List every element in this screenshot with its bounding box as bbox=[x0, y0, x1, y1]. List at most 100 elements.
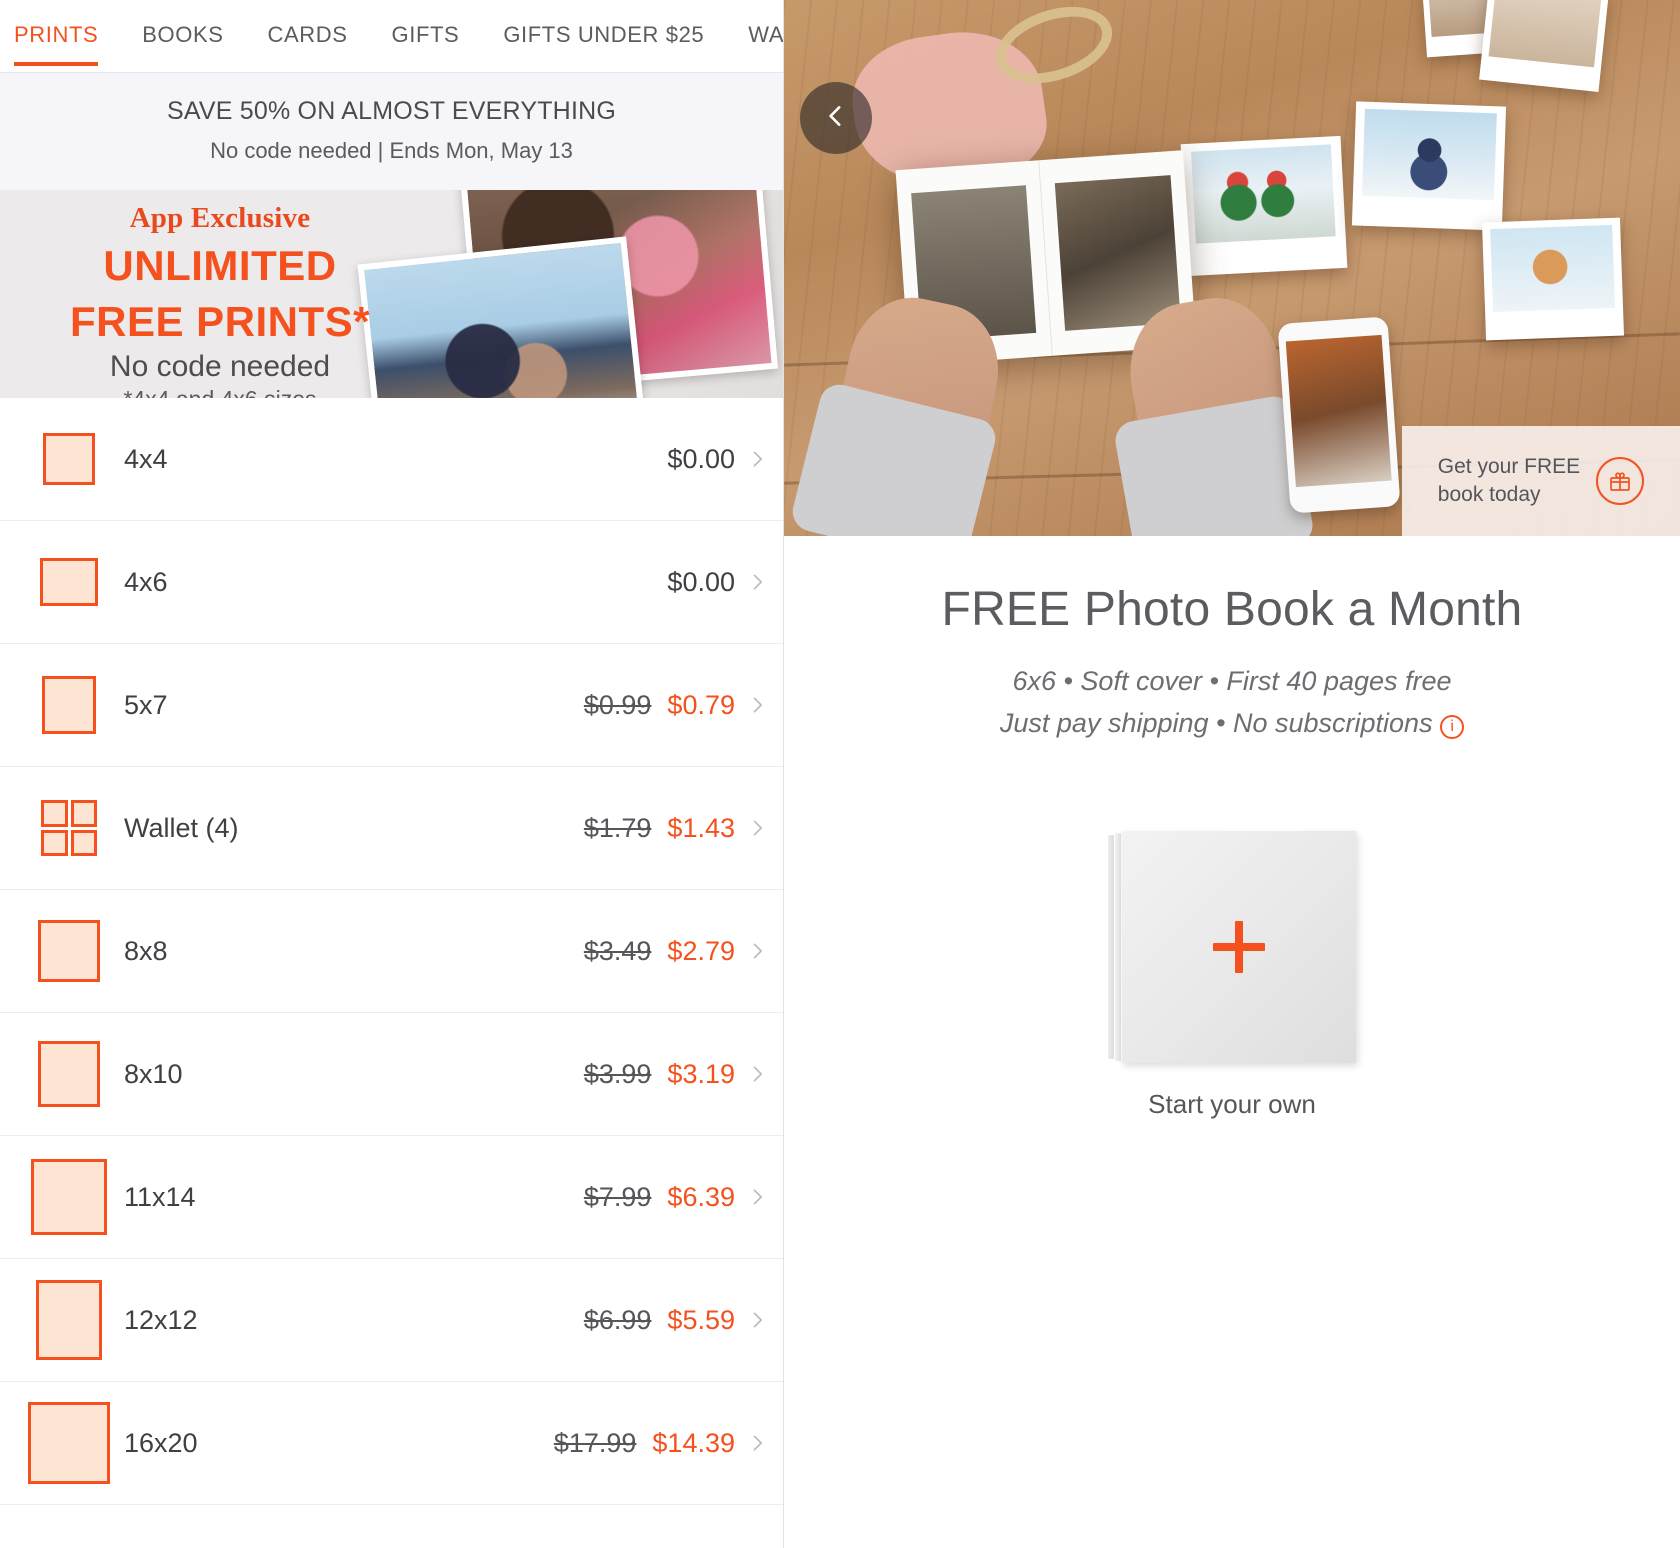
start-your-own-book-button[interactable] bbox=[1108, 830, 1356, 1063]
original-price: $3.99 bbox=[583, 1058, 652, 1089]
tab-gifts[interactable]: GIFTS bbox=[392, 18, 460, 66]
banner-subline: No code needed bbox=[109, 350, 331, 384]
tab-wall-art[interactable]: WALL ART bbox=[748, 18, 783, 66]
plus-icon bbox=[1213, 920, 1265, 973]
chevron-right-icon[interactable] bbox=[747, 815, 783, 841]
book-cover bbox=[1122, 830, 1356, 1063]
square-swatch-icon bbox=[38, 1041, 100, 1107]
app-root: PRINTS BOOKS CARDS GIFTS GIFTS UNDER $25 WALL… bbox=[0, 0, 1680, 1548]
square-swatch-icon bbox=[31, 1159, 107, 1235]
chevron-right-icon[interactable] bbox=[747, 692, 783, 718]
print-size-row[interactable]: 4x6 $0.00 bbox=[0, 521, 783, 644]
tab-prints[interactable]: PRINTS bbox=[14, 18, 99, 66]
price-group: $0.00 bbox=[667, 444, 747, 475]
offer-title: FREE Photo Book a Month bbox=[941, 583, 1523, 636]
chevron-right-icon[interactable] bbox=[747, 446, 783, 472]
print-size-row[interactable]: 12x12 $6.99 $5.59 bbox=[0, 1259, 783, 1382]
hero-print bbox=[1481, 217, 1625, 341]
print-size-row[interactable]: Wallet (4) $1.79 $1.43 bbox=[0, 767, 783, 890]
sale-price: $6.39 bbox=[667, 1181, 735, 1212]
offer-subline-1: 6x6 • Soft cover • First 40 pages free bbox=[1012, 666, 1452, 696]
back-button[interactable] bbox=[800, 82, 872, 154]
book-picker-caption: Start your own bbox=[1148, 1088, 1316, 1119]
chevron-right-icon[interactable] bbox=[747, 569, 783, 595]
price-group: $0.00 bbox=[667, 567, 747, 598]
sale-price: $5.59 bbox=[667, 1304, 735, 1335]
hero-image: Get your FREE book today bbox=[784, 0, 1680, 536]
print-size-label: 8x10 bbox=[124, 1058, 183, 1089]
price-group: $6.99 $5.59 bbox=[584, 1305, 747, 1336]
original-price: $1.79 bbox=[583, 812, 652, 843]
print-size-label: Wallet (4) bbox=[124, 812, 239, 843]
print-size-row[interactable]: 8x8 $3.49 $2.79 bbox=[0, 890, 783, 1013]
price-group: $3.99 $3.19 bbox=[584, 1059, 747, 1090]
print-size-row[interactable]: 8x10 $3.99 $3.19 bbox=[0, 1013, 783, 1136]
print-size-row[interactable]: 5x7 $0.99 $0.79 bbox=[0, 644, 783, 767]
print-size-label: 11x14 bbox=[124, 1181, 196, 1212]
square-swatch-icon bbox=[40, 558, 98, 606]
tab-cards[interactable]: CARDS bbox=[268, 18, 348, 66]
chevron-right-icon[interactable] bbox=[747, 1430, 783, 1456]
swatch-cell bbox=[14, 1041, 124, 1107]
swatch-cell bbox=[14, 558, 124, 606]
price-group: $7.99 $6.39 bbox=[584, 1182, 747, 1213]
banner-copy: App Exclusive UNLIMITED FREE PRINTS* No … bbox=[0, 190, 440, 398]
print-size-label: 12x12 bbox=[124, 1304, 198, 1335]
print-size-row[interactable]: 16x20 $17.99 $14.39 bbox=[0, 1382, 783, 1505]
book-spine bbox=[1115, 832, 1121, 1061]
square-swatch-icon bbox=[28, 1402, 110, 1484]
sale-price: $2.79 bbox=[667, 935, 735, 966]
promo-banner: SAVE 50% ON ALMOST EVERYTHING No code ne… bbox=[0, 73, 783, 190]
chevron-right-icon[interactable] bbox=[747, 938, 783, 964]
app-exclusive-banner[interactable]: App Exclusive UNLIMITED FREE PRINTS* No … bbox=[0, 190, 783, 398]
book-picker: Start your own bbox=[784, 830, 1680, 1120]
get-free-book-badge[interactable]: Get your FREE book today bbox=[1402, 426, 1680, 536]
category-tabbar[interactable]: PRINTS BOOKS CARDS GIFTS GIFTS UNDER $25 WALL… bbox=[0, 0, 783, 73]
offer-subline-2: Just pay shipping • No subscriptions bbox=[999, 707, 1433, 738]
banner-headline-2: FREE PRINTS* bbox=[69, 297, 371, 345]
print-size-label: 4x6 bbox=[124, 566, 168, 597]
swatch-cell bbox=[14, 676, 124, 734]
grid-4-swatch-icon bbox=[41, 800, 97, 856]
gift-icon bbox=[1596, 457, 1645, 505]
chevron-right-icon[interactable] bbox=[747, 1061, 783, 1087]
info-icon[interactable]: i bbox=[1440, 715, 1465, 740]
sale-price: $1.43 bbox=[667, 812, 735, 843]
print-size-label: 4x4 bbox=[124, 443, 168, 474]
offer-subtitle: 6x6 • Soft cover • First 40 pages free J… bbox=[784, 661, 1680, 745]
print-size-label: 8x8 bbox=[124, 935, 168, 966]
original-price: $0.99 bbox=[583, 689, 652, 720]
banner-headline-1: UNLIMITED bbox=[103, 242, 337, 289]
sale-price: $0.79 bbox=[667, 689, 735, 720]
price: $0.00 bbox=[667, 566, 735, 597]
hero-print bbox=[1351, 101, 1507, 231]
gift-badge-text: Get your FREE book today bbox=[1438, 453, 1580, 510]
print-size-row[interactable]: 4x4 $0.00 bbox=[0, 398, 783, 521]
chevron-right-icon[interactable] bbox=[747, 1184, 783, 1210]
tab-gifts-under-25[interactable]: GIFTS UNDER $25 bbox=[503, 18, 704, 66]
chevron-right-icon[interactable] bbox=[747, 1307, 783, 1333]
tab-books[interactable]: BOOKS bbox=[142, 18, 223, 66]
original-price: $7.99 bbox=[583, 1181, 652, 1212]
book-spine bbox=[1108, 834, 1114, 1059]
prints-pane: PRINTS BOOKS CARDS GIFTS GIFTS UNDER $25 WALL… bbox=[0, 0, 784, 1548]
print-size-row[interactable]: 11x14 $7.99 $6.39 bbox=[0, 1136, 783, 1259]
square-swatch-icon bbox=[36, 1280, 102, 1360]
swatch-cell bbox=[14, 1280, 124, 1360]
promo-subtitle: No code needed | Ends Mon, May 13 bbox=[210, 138, 573, 163]
print-size-label: 16x20 bbox=[124, 1427, 198, 1458]
offer-subline-2-wrap: Just pay shipping • No subscriptions i bbox=[784, 703, 1680, 745]
price: $0.00 bbox=[667, 443, 735, 474]
original-price: $6.99 bbox=[583, 1304, 652, 1335]
hero-print bbox=[1479, 0, 1609, 92]
swatch-cell bbox=[14, 433, 124, 485]
swatch-cell bbox=[14, 1402, 124, 1484]
price-group: $3.49 $2.79 bbox=[584, 936, 747, 967]
price-group: $17.99 $14.39 bbox=[554, 1428, 747, 1459]
promo-title: SAVE 50% ON ALMOST EVERYTHING bbox=[166, 97, 616, 125]
print-size-list: 4x4 $0.00 4x6 $0.00 5x7 $0.99 $0.79 Wallet (4) $… bbox=[0, 398, 783, 1505]
hero-phone bbox=[1277, 316, 1401, 514]
print-size-label: 5x7 bbox=[124, 689, 168, 720]
swatch-cell bbox=[14, 800, 124, 856]
swatch-cell bbox=[14, 1159, 124, 1235]
